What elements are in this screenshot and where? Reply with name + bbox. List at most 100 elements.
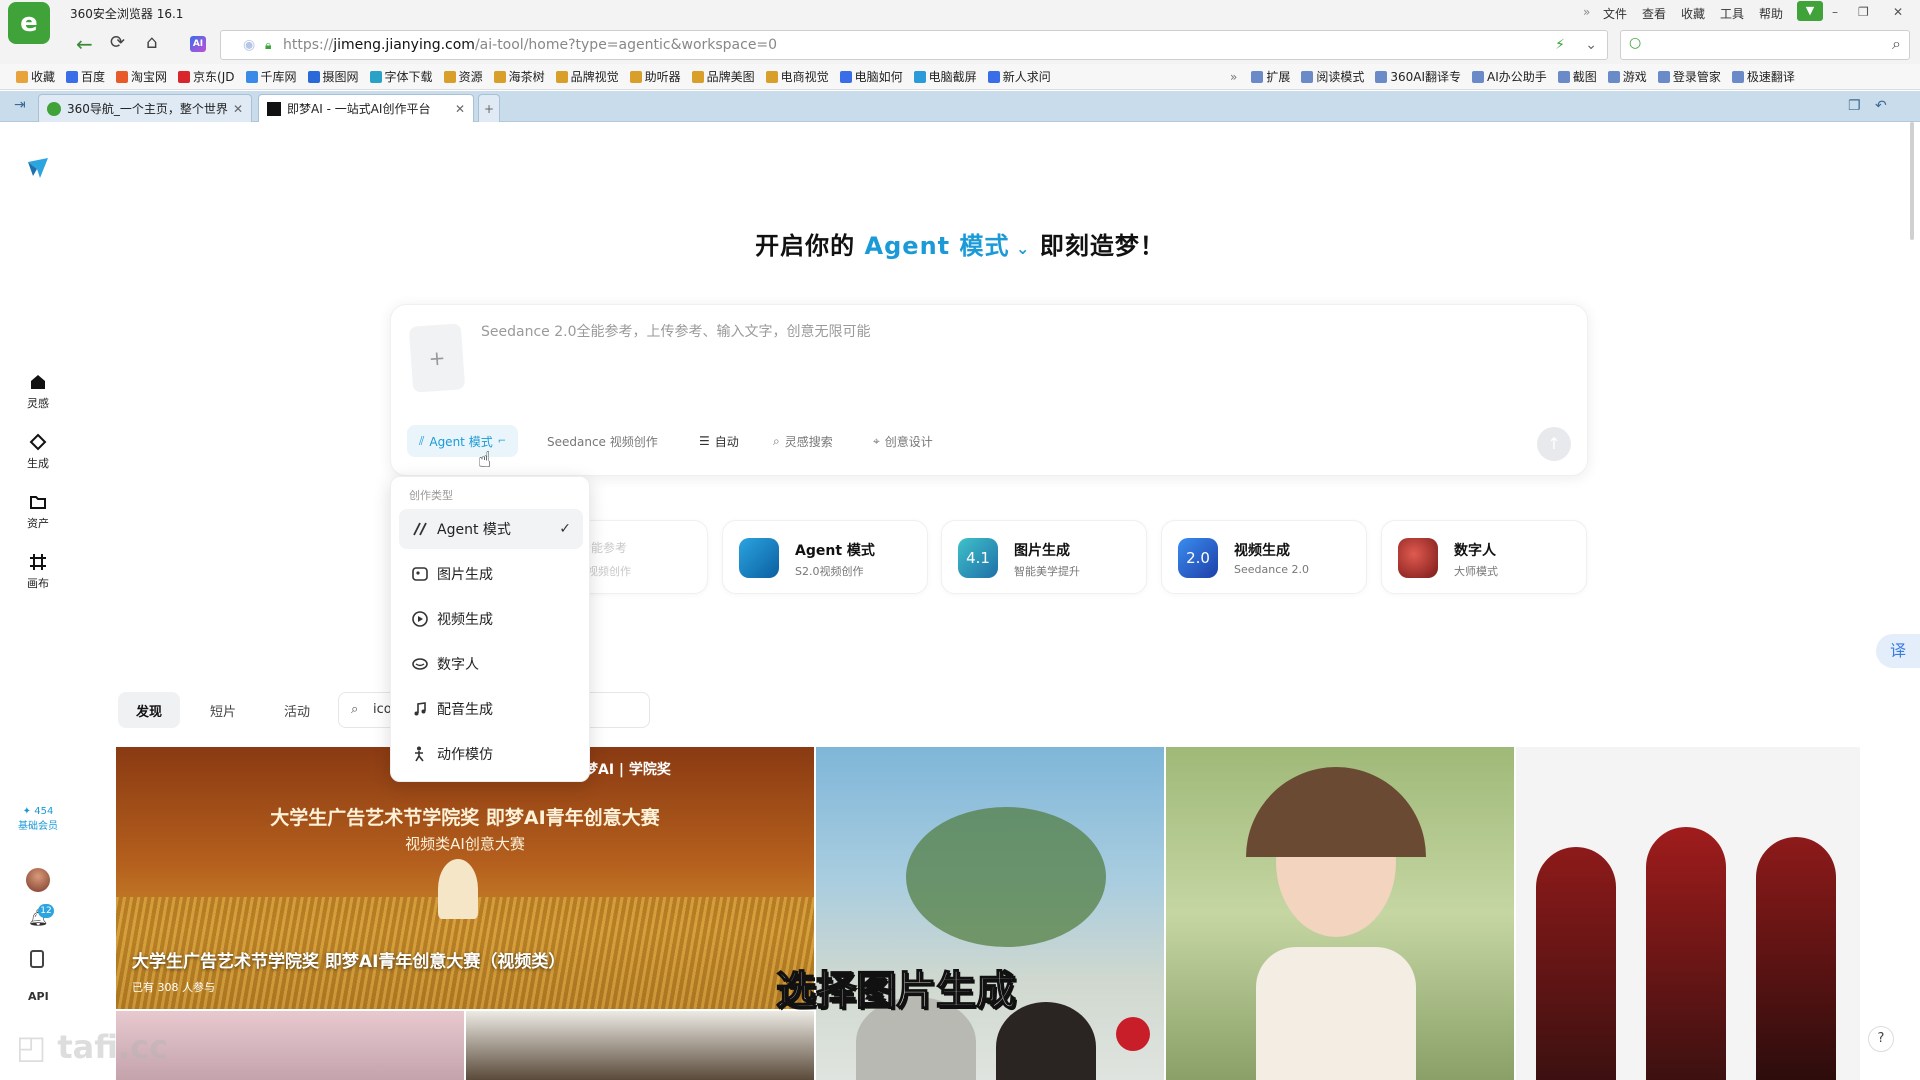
contest-banner[interactable]: 即梦AI | 学院奖 大学生广告艺术节学院奖 即梦AI青年创意大赛 视频类AI创… — [116, 747, 814, 1009]
ai-extension-icon[interactable]: AI — [190, 36, 206, 52]
credits-badge[interactable]: ✦ 454 基础会员 — [16, 806, 60, 832]
sidebar-item-assets[interactable]: 资产 — [13, 492, 63, 531]
gallery-item-warriors[interactable] — [1516, 747, 1860, 1080]
bookmark-item[interactable]: 淘宝网 — [116, 68, 167, 85]
menu-item-image-gen[interactable]: 图片生成 — [399, 554, 583, 594]
bookmarks-more-icon[interactable]: » — [1230, 70, 1237, 84]
tab-activities[interactable]: 活动 — [266, 692, 328, 728]
quick-card-image[interactable]: 4.1 图片生成 智能美学提升 — [941, 520, 1147, 594]
bookmark-icon — [66, 70, 79, 83]
gallery-item-pagoda[interactable] — [466, 1011, 814, 1080]
folder-icon — [30, 496, 46, 509]
bookmark-item[interactable]: 百度 — [66, 68, 105, 85]
watermark-text: tafi.cc — [57, 1028, 169, 1066]
bookmark-item[interactable]: 京东(JD — [178, 68, 235, 85]
gallery-item-blossoms[interactable] — [116, 1011, 464, 1080]
close-window-icon[interactable]: ✕ — [1893, 5, 1903, 19]
menu-item-agent[interactable]: Agent 模式 ✓ — [399, 509, 583, 549]
auto-pill[interactable]: ☰ 自动 — [687, 425, 751, 457]
extension-label: 阅读模式 — [1316, 70, 1365, 84]
bookmark-item[interactable]: 千库网 — [245, 68, 297, 85]
gallery-item-cats[interactable] — [816, 747, 1164, 1080]
menu-item-voiceover[interactable]: 配音生成 — [399, 689, 583, 729]
girl-dress — [1256, 947, 1416, 1080]
agent-mode-pill[interactable]: ⫽ Agent 模式 ⌐ — [407, 425, 519, 457]
bookmark-item[interactable]: 收藏 — [16, 68, 55, 85]
menu-item-video-gen[interactable]: 视频生成 — [399, 599, 583, 639]
avatar[interactable] — [26, 868, 50, 892]
toolbar-extension-item[interactable]: 360AI翻译专 — [1375, 68, 1461, 85]
quick-card-video[interactable]: 2.0 视频生成 Seedance 2.0 — [1161, 520, 1367, 594]
url-bar[interactable]: ◉ 🔒︎ https://jimeng.jianying.com/ai-tool… — [220, 30, 1608, 60]
sidebar-toggle-icon[interactable]: ⇥ — [14, 97, 26, 113]
inspiration-search-pill[interactable]: ⌕ 灵感搜索 — [761, 425, 845, 457]
tab-close-icon[interactable]: ✕ — [233, 102, 243, 116]
menu-help[interactable]: 帮助 — [1759, 5, 1783, 22]
toolbar-extension-item[interactable]: 登录管家 — [1657, 68, 1721, 85]
tab-list-icon[interactable]: ❐ — [1848, 98, 1861, 114]
tab-discover[interactable]: 发现 — [118, 692, 180, 728]
menu-tools[interactable]: 工具 — [1720, 5, 1744, 22]
bookmark-item[interactable]: 品牌美图 — [691, 68, 755, 85]
menu-overflow-icon[interactable]: » — [1583, 5, 1590, 19]
restore-icon[interactable]: ❐ — [1858, 5, 1869, 19]
help-button[interactable]: ? — [1868, 1026, 1894, 1052]
sidebar-item-canvas[interactable]: 画布 — [13, 552, 63, 591]
tab-jimeng[interactable]: 即梦AI - 一站式AI创作平台 ✕ — [258, 94, 474, 122]
tab-shorts[interactable]: 短片 — [192, 692, 254, 728]
bookmark-item[interactable]: 字体下载 — [369, 68, 433, 85]
back-icon[interactable]: ← — [76, 32, 93, 56]
url-dropdown-icon[interactable]: ⌄ — [1585, 31, 1597, 59]
minimize-icon[interactable]: – — [1832, 5, 1838, 19]
sidebar-item-inspiration[interactable]: 灵感 — [13, 372, 63, 411]
toolbar-extension-item[interactable]: 极速翻译 — [1731, 68, 1795, 85]
bookmark-item[interactable]: 助听器 — [629, 68, 681, 85]
home-nav-icon[interactable]: ⌂ — [146, 32, 157, 53]
tab-360-nav[interactable]: 360导航_一个主页，整个世界 ✕ — [38, 94, 252, 122]
bookmark-label: 百度 — [81, 70, 106, 84]
search-box[interactable]: ○ ⌕ — [1620, 30, 1910, 60]
bookmark-item[interactable]: 资源 — [443, 68, 483, 85]
gift-icon[interactable]: ▼ — [1797, 1, 1823, 21]
translate-button[interactable]: 译 — [1876, 634, 1920, 668]
bookmark-item[interactable]: 摄图网 — [307, 68, 359, 85]
search-icon[interactable]: ⌕ — [1892, 34, 1901, 54]
api-link[interactable]: API — [28, 990, 49, 1003]
scrollbar-thumb[interactable] — [1910, 122, 1914, 240]
send-button[interactable]: ↑ — [1537, 427, 1571, 461]
bookmark-item[interactable]: 新人求问 — [987, 68, 1051, 85]
bookmark-item[interactable]: 海茶树 — [493, 68, 545, 85]
menu-item-digital-human[interactable]: 数字人 — [399, 644, 583, 684]
toolbar-extension-item[interactable]: 扩展 — [1251, 68, 1290, 85]
menu-item-motion-mimic[interactable]: 动作模仿 — [399, 734, 583, 774]
toolbar-extension-item[interactable]: 截图 — [1557, 68, 1597, 85]
quick-card-agent[interactable]: Agent 模式 S2.0视频创作 — [722, 520, 928, 594]
creative-design-pill[interactable]: ⌖ 创意设计 — [861, 425, 945, 457]
quick-card-digital-human[interactable]: 数字人 大师模式 — [1381, 520, 1587, 594]
sidebar-item-generate[interactable]: 生成 — [13, 432, 63, 471]
menu-view[interactable]: 查看 — [1642, 5, 1666, 22]
bookmark-item[interactable]: 品牌视觉 — [555, 68, 619, 85]
upload-reference-button[interactable]: + — [408, 323, 466, 393]
new-tab-button[interactable]: + — [478, 94, 500, 122]
card-title: 图片生成 — [1014, 543, 1070, 559]
undo-close-icon[interactable]: ↶ — [1875, 98, 1887, 114]
toolbar-extension-item[interactable]: 阅读模式 — [1301, 68, 1364, 85]
bookmark-item[interactable]: 电脑截屏 — [913, 68, 977, 85]
search-engine-icon[interactable]: ○ — [1629, 35, 1641, 51]
refresh-icon[interactable]: ⟳ — [110, 32, 125, 53]
bookmark-item[interactable]: 电脑如何 — [839, 68, 903, 85]
speed-mode-icon[interactable]: ⚡ — [1555, 31, 1565, 59]
tab-close-icon[interactable]: ✕ — [455, 102, 465, 116]
gallery-item-girl[interactable] — [1166, 747, 1514, 1080]
toolbar-extension-item[interactable]: AI办公助手 — [1472, 68, 1547, 85]
prompt-input[interactable]: Seedance 2.0全能参考，上传参考、输入文字，创意无限可能 — [481, 321, 1561, 401]
jimeng-logo-icon[interactable] — [26, 156, 50, 180]
headline-mode-selector[interactable]: Agent 模式 ⌄ — [865, 232, 1031, 260]
seedance-pill[interactable]: Seedance 视频创作 — [535, 425, 670, 457]
menu-file[interactable]: 文件 — [1603, 5, 1627, 22]
menu-favorites[interactable]: 收藏 — [1681, 5, 1705, 22]
bookmark-item[interactable]: 电商视觉 — [765, 68, 829, 85]
toolbar-extension-item[interactable]: 游戏 — [1607, 68, 1647, 85]
phone-icon[interactable] — [30, 950, 44, 968]
